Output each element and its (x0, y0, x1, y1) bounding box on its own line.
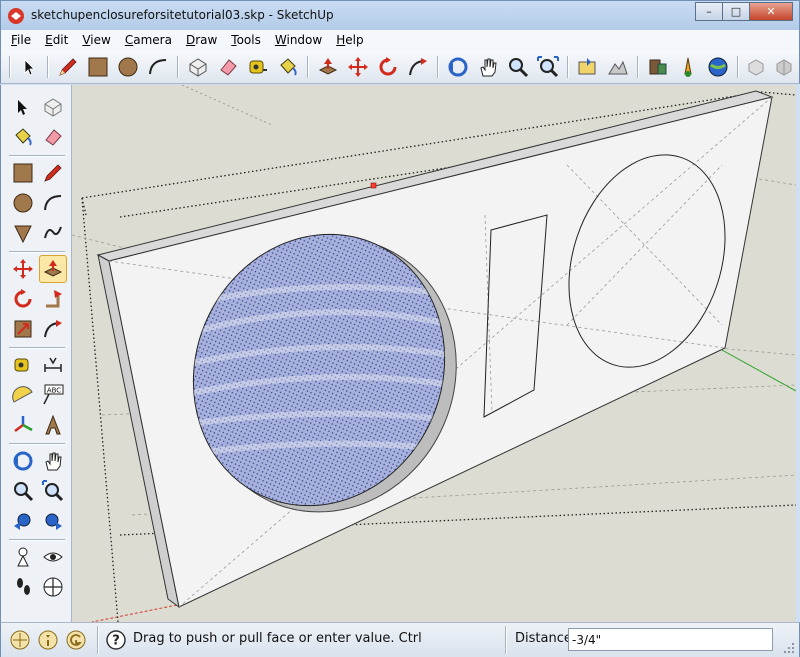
make-component-icon[interactable] (39, 93, 67, 121)
3d-text-icon[interactable] (39, 411, 67, 439)
pan-icon[interactable] (39, 447, 67, 475)
measurements-label: Distance (515, 631, 572, 646)
help-icon[interactable]: ? (105, 629, 127, 651)
tape-measure-icon[interactable] (9, 351, 37, 379)
eraser-icon[interactable] (215, 54, 241, 80)
preview-google-earth-icon[interactable] (675, 54, 701, 80)
menu-draw[interactable]: Draw (186, 33, 217, 47)
zoom-window-icon[interactable] (39, 477, 67, 505)
rectangle-icon[interactable] (9, 159, 37, 187)
window-title: sketchupenclosureforsitetutorial03.skp -… (31, 8, 334, 22)
axes-icon[interactable] (9, 411, 37, 439)
protractor-icon[interactable] (9, 381, 37, 409)
section-plane-icon[interactable] (39, 573, 67, 601)
menu-tools[interactable]: Tools (231, 33, 261, 47)
paint-bucket-icon[interactable] (9, 123, 37, 151)
follow-me-icon[interactable] (39, 285, 67, 313)
maximize-button[interactable]: □ (722, 2, 750, 21)
text-icon[interactable]: ABC (39, 381, 67, 409)
pencil-icon[interactable] (55, 54, 81, 80)
circle-icon[interactable] (9, 189, 37, 217)
follow-me-icon[interactable] (405, 54, 431, 80)
blue-axis-guide (181, 85, 273, 126)
menu-help[interactable]: Help (336, 33, 363, 47)
freehand-icon[interactable] (39, 219, 67, 247)
resize-grip-icon[interactable] (783, 642, 795, 654)
credits-icon[interactable] (37, 629, 59, 651)
orbit-icon[interactable] (9, 447, 37, 475)
tool-palette: ABC (0, 85, 72, 622)
make-component-icon[interactable] (185, 54, 211, 80)
menu-file[interactable]: File (11, 33, 31, 47)
arc-icon[interactable] (145, 54, 171, 80)
zoom-icon[interactable] (9, 477, 37, 505)
measurements-input[interactable] (568, 628, 773, 651)
pan-icon[interactable] (475, 54, 501, 80)
walk-icon[interactable] (9, 573, 37, 601)
pencil-icon[interactable] (39, 159, 67, 187)
close-button[interactable]: ✕ (749, 2, 793, 21)
main-toolbar (0, 50, 800, 84)
sketchup-app-icon (8, 8, 24, 24)
push-pull-icon[interactable] (39, 255, 67, 283)
photo-textures-icon[interactable] (645, 54, 671, 80)
position-camera-icon[interactable] (9, 543, 37, 571)
orbit-icon[interactable] (445, 54, 471, 80)
share-component-icon[interactable] (771, 54, 797, 80)
help-glyph: ? (112, 634, 120, 649)
drawing-viewport[interactable] (72, 85, 796, 622)
add-location-icon[interactable] (575, 54, 601, 80)
title-bar: sketchupenclosureforsitetutorial03.skp -… (0, 0, 800, 30)
polygon-icon[interactable] (9, 219, 37, 247)
dimension-icon[interactable] (39, 351, 67, 379)
menu-view[interactable]: View (82, 33, 110, 47)
select-icon[interactable] (9, 93, 37, 121)
circle-icon[interactable] (115, 54, 141, 80)
model-scene (72, 85, 796, 622)
rotate-icon[interactable] (9, 285, 37, 313)
push-pull-icon[interactable] (315, 54, 341, 80)
zoom-extents-icon[interactable] (535, 54, 561, 80)
rotate-icon[interactable] (375, 54, 401, 80)
geo-location-icon[interactable] (9, 629, 31, 651)
menu-camera[interactable]: Camera (125, 33, 172, 47)
green-axis (721, 349, 796, 392)
minimize-button[interactable]: – (695, 2, 723, 21)
tape-measure-icon[interactable] (245, 54, 271, 80)
paint-bucket-icon[interactable] (275, 54, 301, 80)
move-icon[interactable] (9, 255, 37, 283)
get-models-icon[interactable] (705, 54, 731, 80)
text-tool-label: ABC (47, 387, 61, 395)
sign-in-icon[interactable] (65, 629, 87, 651)
rectangle-icon[interactable] (85, 54, 111, 80)
next-view-icon[interactable] (39, 507, 67, 535)
look-around-icon[interactable] (39, 543, 67, 571)
toggle-terrain-icon[interactable] (605, 54, 631, 80)
select-icon[interactable] (17, 54, 43, 80)
zoom-icon[interactable] (505, 54, 531, 80)
scale-icon[interactable] (9, 315, 37, 343)
status-bar: ? Drag to push or pull face or enter val… (0, 622, 800, 657)
move-icon[interactable] (345, 54, 371, 80)
arc-icon[interactable] (39, 189, 67, 217)
midpoint-marker (370, 182, 377, 189)
share-model-icon[interactable] (743, 54, 769, 80)
menu-window[interactable]: Window (275, 33, 322, 47)
offset-icon[interactable] (39, 315, 67, 343)
red-axis (91, 604, 178, 622)
previous-view-icon[interactable] (9, 507, 37, 535)
menu-bar: File Edit View Camera Draw Tools Window … (0, 30, 800, 50)
eraser-icon[interactable] (39, 123, 67, 151)
status-message: Drag to push or pull face or enter value… (133, 631, 423, 646)
menu-edit[interactable]: Edit (45, 33, 68, 47)
